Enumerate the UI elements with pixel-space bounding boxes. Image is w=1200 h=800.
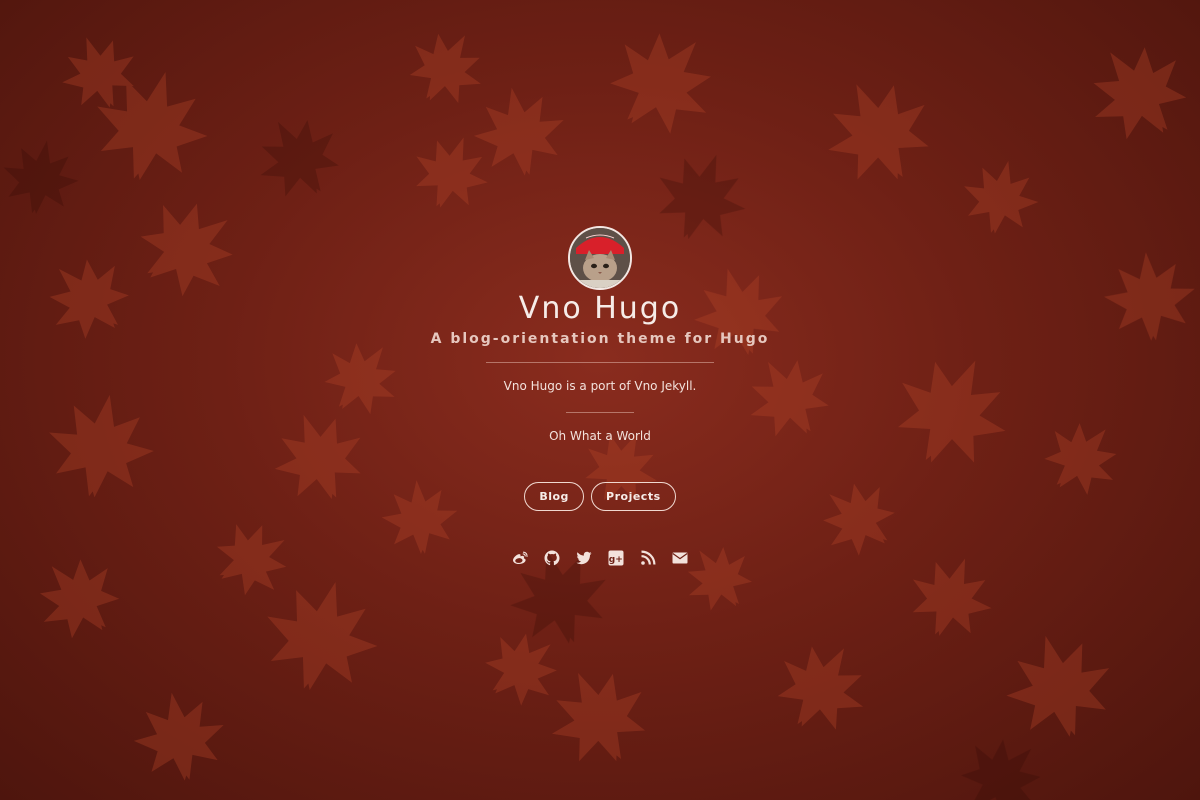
- site-tagline: Oh What a World: [549, 429, 651, 443]
- weibo-icon[interactable]: [512, 550, 528, 566]
- rss-icon[interactable]: [640, 550, 656, 566]
- divider: [566, 412, 634, 413]
- google-plus-icon[interactable]: g+: [608, 550, 624, 566]
- divider: [486, 362, 714, 363]
- main-nav: Blog Projects: [0, 482, 1200, 511]
- svg-text:g+: g+: [609, 555, 623, 565]
- github-icon[interactable]: [544, 550, 560, 566]
- twitter-icon[interactable]: [576, 550, 592, 566]
- email-icon[interactable]: [672, 550, 688, 566]
- social-links: g+: [0, 550, 1200, 566]
- avatar[interactable]: [568, 226, 632, 290]
- avatar-cat-image: [570, 228, 630, 288]
- site-description: Vno Hugo is a port of Vno Jekyll.: [503, 379, 697, 393]
- projects-button[interactable]: Projects: [591, 482, 676, 511]
- blog-button[interactable]: Blog: [524, 482, 584, 511]
- site-subtitle: A blog-orientation theme for Hugo: [430, 331, 770, 347]
- header-panel: Vno Hugo A blog-orientation theme for Hu…: [0, 0, 1200, 800]
- site-title: Vno Hugo: [518, 291, 682, 326]
